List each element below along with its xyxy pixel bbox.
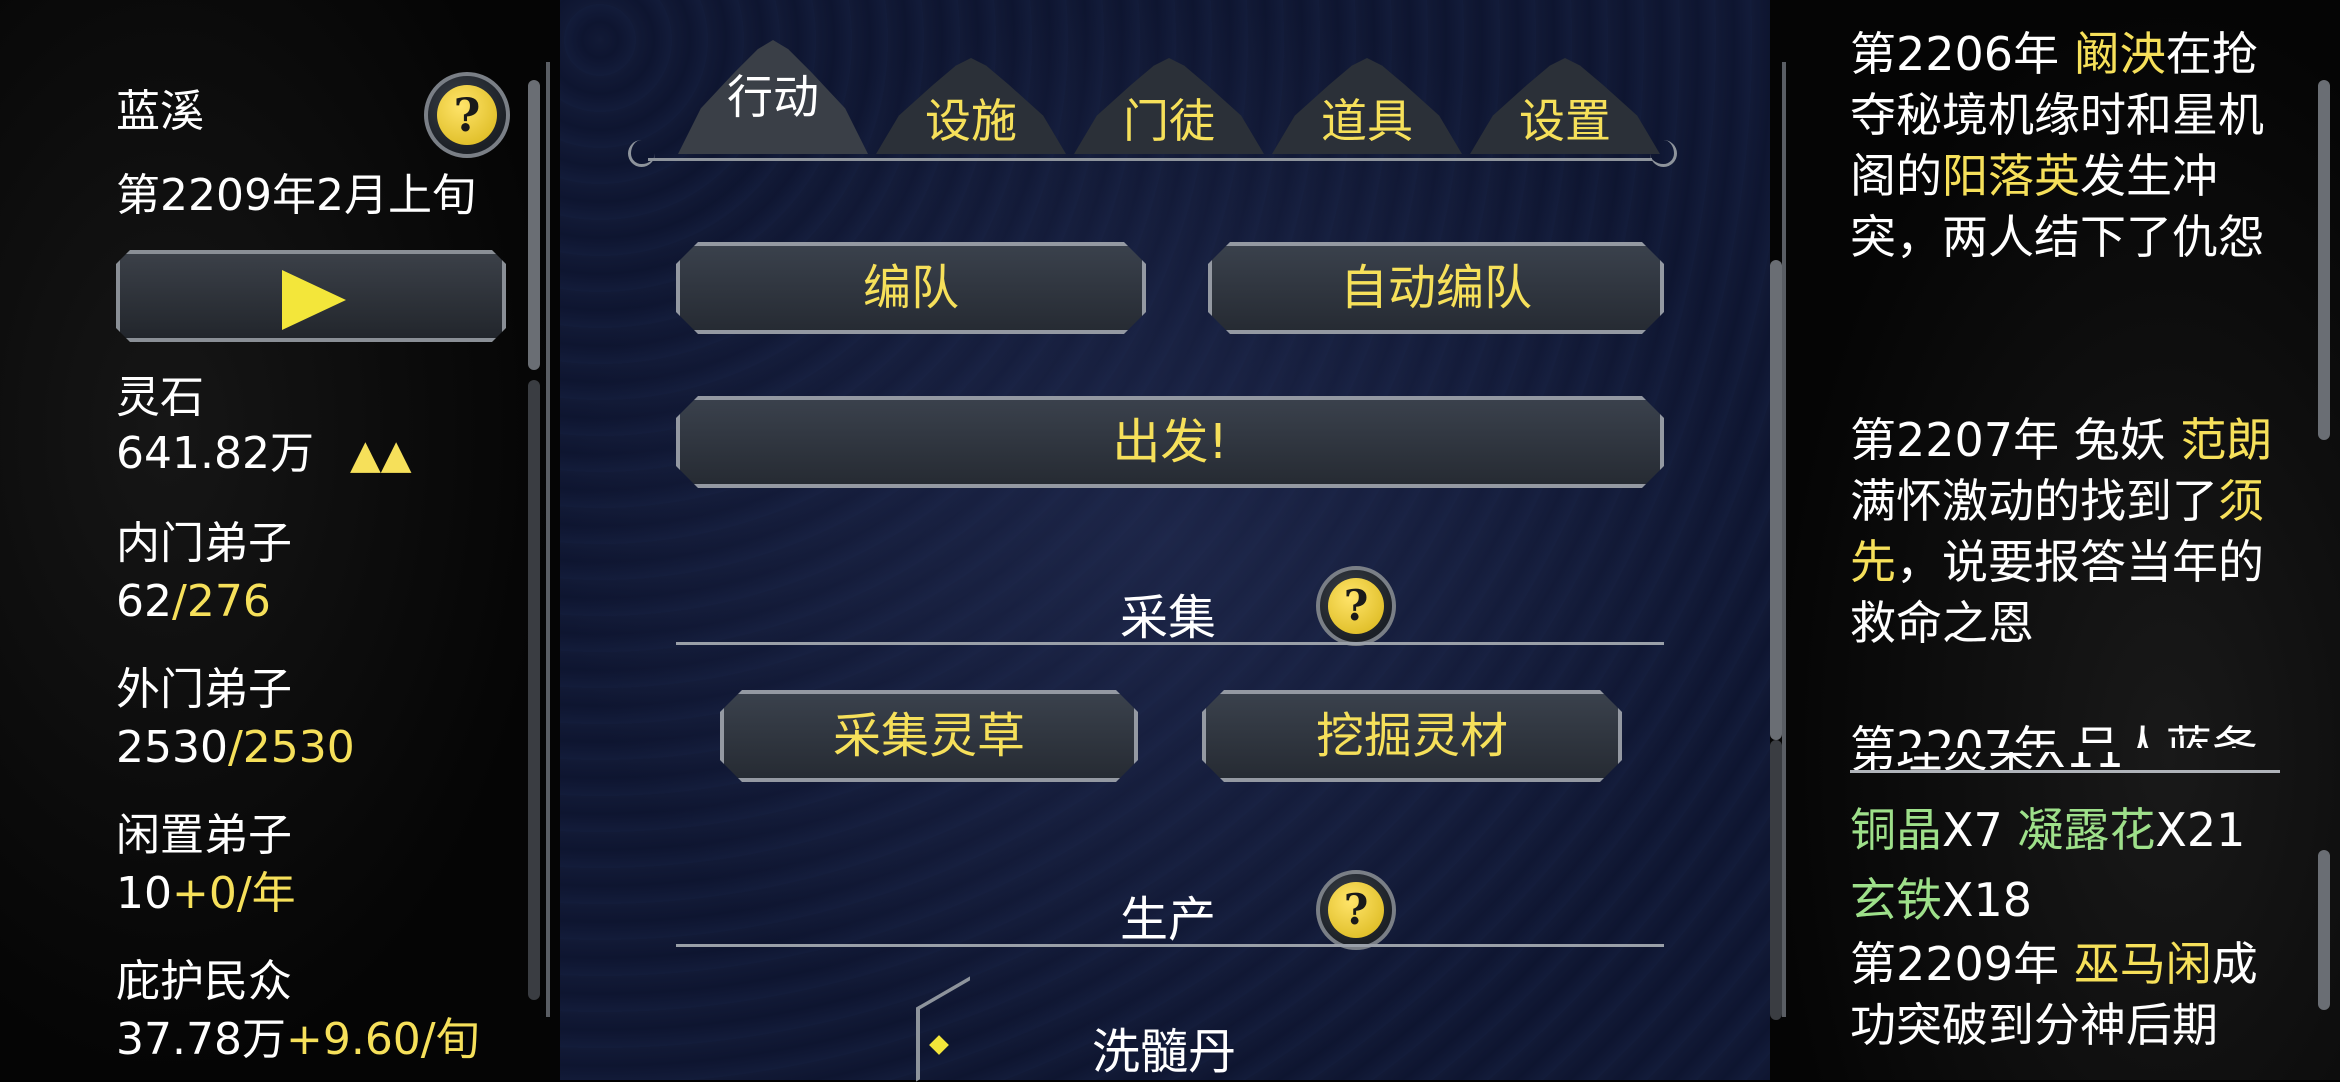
log-scroll-track [1770,740,1782,1020]
right-divider [1782,62,1786,1017]
idle-disciples-label: 闲置弟子 [116,810,292,861]
help-icon: ? [1328,578,1384,634]
left-scrollbar[interactable] [528,80,540,370]
gather-section-title: 采集 [1120,590,1217,646]
left-divider [546,62,550,1017]
protected-people-value: 37.78万+9.60/旬 [116,1014,480,1065]
depart-button[interactable]: 出发! [676,396,1664,488]
loot-entry: 玄铁X18 [1850,873,2033,927]
event-log-panel: 第2206年 阚泱在抢夺秘境机缘时和星机阁的阳落英发生冲突，两人结下了仇怨 第2… [1770,0,2340,1080]
sect-help-button[interactable]: ? [424,72,510,158]
sect-name: 蓝溪 [116,86,204,137]
protected-people-label: 庇护民众 [116,956,292,1007]
tab-disciples[interactable]: 门徒 [1074,40,1264,154]
scroll-ornament-left-icon [628,140,655,167]
gather-herb-button[interactable]: 采集灵草 [720,690,1138,782]
produce-help-button[interactable]: ? [1316,870,1396,950]
trend-up-icon: ▲▲ [349,432,412,478]
gather-divider [676,642,1664,645]
tab-items[interactable]: 道具 [1272,40,1462,154]
produce-divider [676,944,1664,947]
auto-team-button[interactable]: 自动编队 [1208,242,1664,334]
play-icon [282,270,346,330]
action-panel: 行动 设施 门徒 道具 设置 编队 自动编队 出发! 采集 ? 采集灵草 挖掘灵… [560,0,1790,1082]
outer-disciples-label: 外门弟子 [116,664,292,715]
spirit-stone-label: 灵石 [116,372,204,423]
log-scrollbar[interactable] [1770,260,1782,740]
game-date: 第2209年2月上旬 [116,170,476,221]
produce-section-title: 生产 [1120,892,1217,948]
event-entry-partial: 第2207年 吕人蓝务 [1850,721,2258,748]
inner-disciples-label: 内门弟子 [116,518,292,569]
log-divider [1850,770,2280,773]
recipe-name: 洗髓丹 [1092,1024,1237,1080]
help-icon: ? [1328,882,1384,938]
prev-recipe-arrow-icon[interactable] [916,976,970,1082]
event-entry: 第2206年 阚泱在抢夺秘境机缘时和星机阁的阳落英发生冲突，两人结下了仇怨 [1850,27,2264,264]
spirit-stone-value: 641.82万 [116,428,314,479]
team-button[interactable]: 编队 [676,242,1146,334]
sect-status-panel: 蓝溪 ? 第2209年2月上旬 灵石 641.82万 ▲▲ 内门弟子 62/27… [0,0,560,1080]
mine-material-button[interactable]: 挖掘灵材 [1202,690,1622,782]
loot-entry-cut: 第理炎果X11 [1850,752,2290,782]
event-entry: 第2207年 兔妖 范朗满怀激动的找到了须先，说要报答当年的救命之恩 [1850,413,2273,650]
tab-settings[interactable]: 设置 [1470,40,1660,154]
inner-disciples-value: 62/276 [116,576,271,627]
loot-entry: 铜晶X7 凝露花X21 [1850,803,2246,857]
idle-disciples-value: 10+0/年 [116,868,296,919]
help-icon: ? [437,85,497,145]
tab-action[interactable]: 行动 [678,40,868,154]
advance-time-button[interactable] [116,250,506,342]
left-scroll-track [528,380,540,1000]
log-edge-scrollbar[interactable] [2318,80,2330,440]
gather-help-button[interactable]: ? [1316,566,1396,646]
log-edge-scrollbar-lower[interactable] [2318,850,2330,1010]
tab-facilities[interactable]: 设施 [876,40,1066,154]
event-entry: 第2209年 巫马闲成功突破到分神后期 [1850,937,2258,1052]
outer-disciples-value: 2530/2530 [116,722,355,773]
tab-underline [648,158,1652,161]
spirit-stone-row: 641.82万 ▲▲ [116,428,412,481]
